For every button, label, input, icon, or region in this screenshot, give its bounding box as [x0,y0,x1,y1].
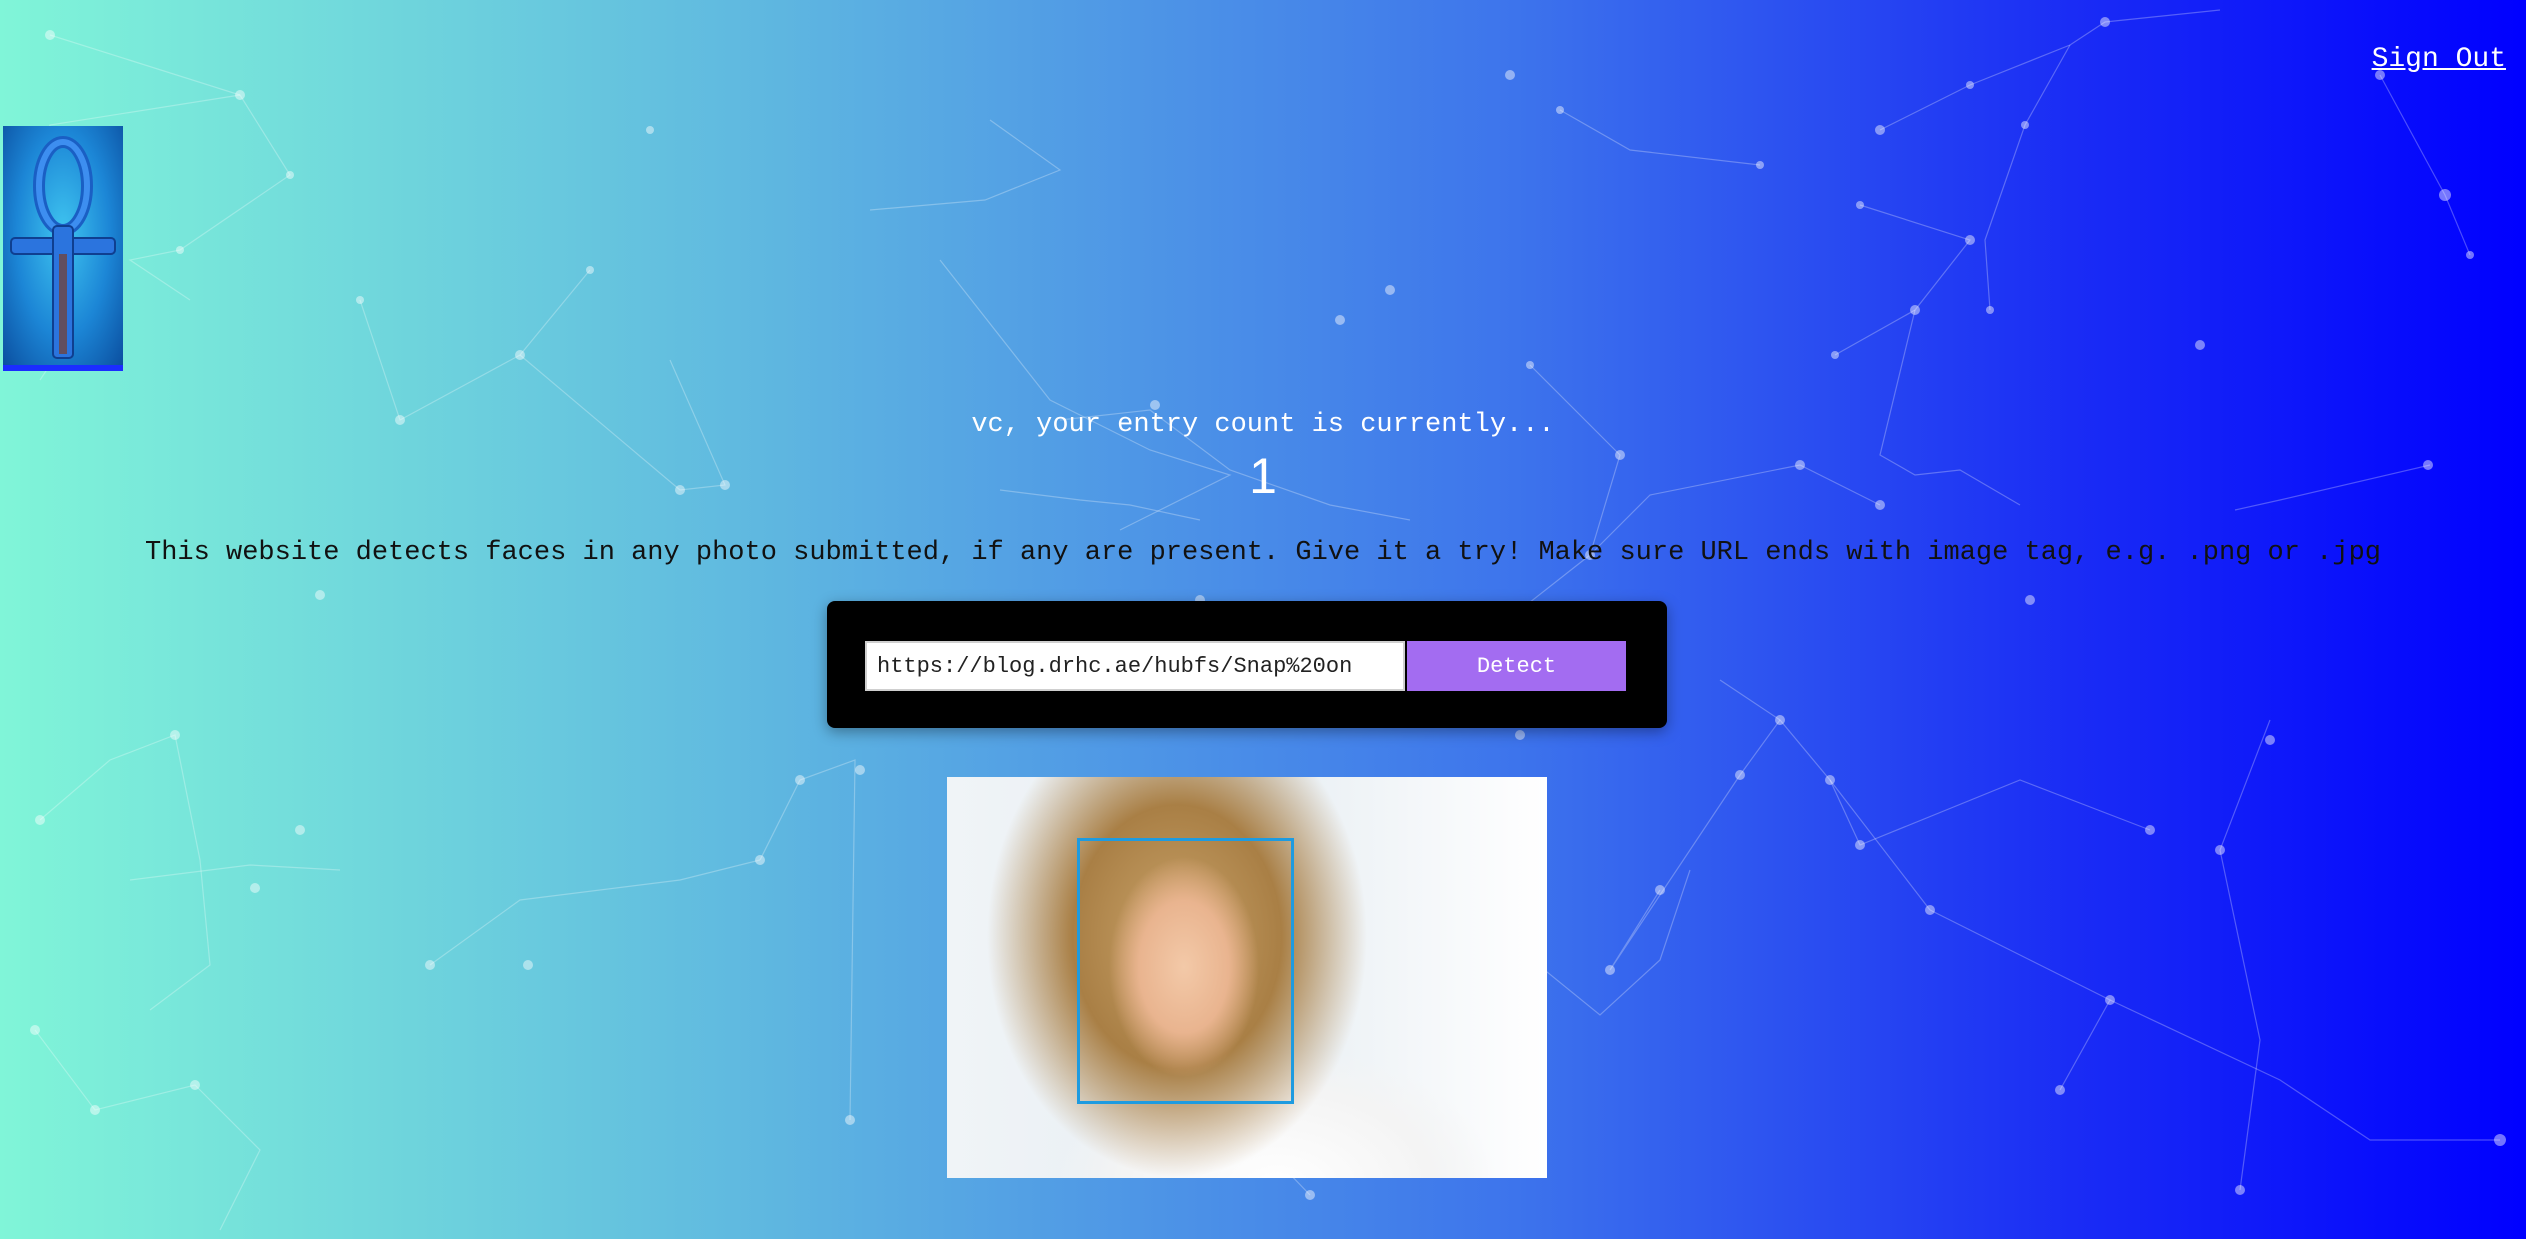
site-description: This website detects faces in any photo … [145,538,2381,568]
result-image [947,777,1547,1178]
image-url-input[interactable] [865,641,1405,691]
url-form: Detect [827,601,1667,728]
entry-count-label: vc, your entry count is currently... [971,410,1555,440]
entry-count-value: 1 [1249,448,1277,504]
ankh-logo [3,126,123,371]
face-bounding-box [1077,838,1294,1104]
sign-out-link[interactable]: Sign Out [2372,44,2506,75]
ankh-icon [10,136,116,359]
detect-button[interactable]: Detect [1407,641,1626,691]
